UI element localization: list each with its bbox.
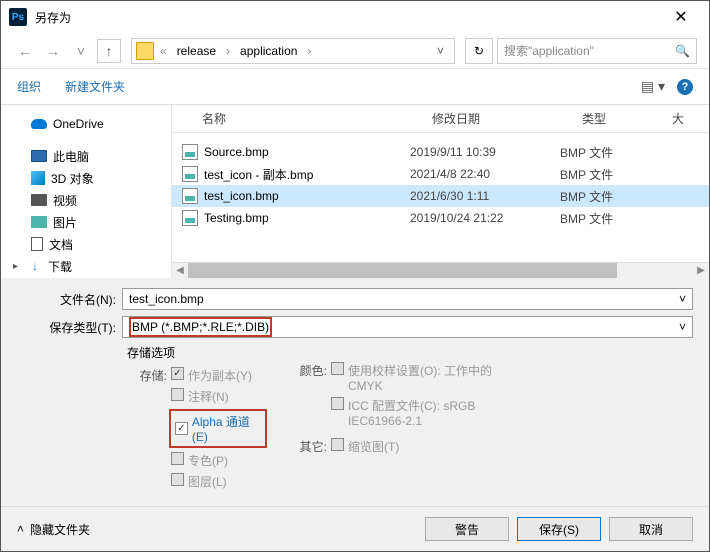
cancel-button[interactable]: 取消 bbox=[609, 517, 693, 541]
sidebar-pictures[interactable]: 图片 bbox=[1, 211, 171, 233]
bmp-icon bbox=[182, 188, 198, 204]
col-date[interactable]: 修改日期 bbox=[432, 110, 582, 127]
proof-checkbox bbox=[331, 362, 344, 375]
sidebar-thispc[interactable]: 此电脑 bbox=[1, 145, 171, 167]
organize-menu[interactable]: 组织 bbox=[17, 78, 41, 95]
refresh-button[interactable]: ↻ bbox=[465, 38, 493, 64]
sidebar-3d[interactable]: 3D 对象 bbox=[1, 167, 171, 189]
thumbnail-checkbox bbox=[331, 438, 344, 451]
bmp-icon bbox=[182, 166, 198, 182]
warn-button[interactable]: 警告 bbox=[425, 517, 509, 541]
scroll-left[interactable]: ◀ bbox=[172, 263, 188, 278]
expand-icon[interactable]: ▸ bbox=[13, 261, 18, 272]
alpha-highlight: Alpha 通道(E) bbox=[169, 409, 267, 448]
sidebar-onedrive[interactable]: OneDrive bbox=[1, 113, 171, 135]
file-row[interactable]: Testing.bmp 2019/10/24 21:22 BMP 文件 bbox=[172, 207, 709, 229]
chevron-up-icon: ˄ bbox=[17, 522, 24, 536]
col-name[interactable]: 名称 bbox=[202, 110, 432, 127]
hide-folders-toggle[interactable]: ˄ 隐藏文件夹 bbox=[17, 521, 90, 538]
bmp-icon bbox=[182, 144, 198, 160]
scroll-thumb[interactable] bbox=[188, 263, 617, 278]
file-row[interactable]: test_icon - 副本.bmp 2021/4/8 22:40 BMP 文件 bbox=[172, 163, 709, 185]
filetype-select[interactable]: BMP (*.BMP;*.RLE;*.DIB) ˅ bbox=[122, 316, 693, 338]
cloud-icon bbox=[31, 119, 47, 129]
new-folder-button[interactable]: 新建文件夹 bbox=[65, 78, 125, 95]
photoshop-icon: Ps bbox=[9, 8, 27, 26]
save-button[interactable]: 保存(S) bbox=[517, 517, 601, 541]
chevron-right-icon: › bbox=[303, 44, 315, 58]
col-size[interactable]: 大 bbox=[672, 110, 692, 127]
scroll-right[interactable]: ▶ bbox=[693, 263, 709, 278]
breadcrumb[interactable]: « release › application › ˅ bbox=[131, 38, 455, 64]
pc-icon bbox=[31, 150, 47, 162]
document-icon bbox=[31, 237, 43, 251]
nav-bar: ← → ˅ ↑ « release › application › ˅ ↻ 搜索… bbox=[1, 33, 709, 69]
spot-checkbox bbox=[171, 452, 184, 465]
horizontal-scrollbar[interactable]: ◀ ▶ bbox=[172, 262, 709, 278]
file-row-selected[interactable]: test_icon.bmp 2021/6/30 1:11 BMP 文件 bbox=[172, 185, 709, 207]
search-input[interactable]: 搜索"application" 🔍 bbox=[497, 38, 697, 64]
explorer: OneDrive 此电脑 3D 对象 视频 图片 文档 ▸↓下载 名称 修改日期… bbox=[1, 105, 709, 278]
titlebar: Ps 另存为 ✕ bbox=[1, 1, 709, 33]
alpha-checkbox[interactable] bbox=[175, 422, 188, 435]
chevron-down-icon[interactable]: ˅ bbox=[431, 44, 450, 58]
breadcrumb-item[interactable]: release bbox=[173, 42, 220, 60]
file-row[interactable]: Source.bmp 2019/9/11 10:39 BMP 文件 bbox=[172, 141, 709, 163]
toolbar: 组织 新建文件夹 ▤ ▾ ? bbox=[1, 69, 709, 105]
sidebar-documents[interactable]: 文档 bbox=[1, 233, 171, 255]
breadcrumb-item[interactable]: application bbox=[236, 42, 301, 60]
picture-icon bbox=[31, 216, 47, 228]
folder-icon bbox=[136, 42, 154, 60]
notes-checkbox bbox=[171, 388, 184, 401]
save-options-title: 存储选项 bbox=[127, 344, 267, 361]
form-area: 文件名(N): test_icon.bmp ˅ 保存类型(T): BMP (*.… bbox=[1, 278, 709, 506]
layers-checkbox bbox=[171, 473, 184, 486]
sidebar: OneDrive 此电脑 3D 对象 视频 图片 文档 ▸↓下载 bbox=[1, 105, 171, 278]
breadcrumb-overflow[interactable]: « bbox=[156, 44, 171, 58]
col-type[interactable]: 类型 bbox=[582, 110, 672, 127]
chevron-down-icon[interactable]: ˅ bbox=[679, 320, 686, 334]
dialog-title: 另存为 bbox=[35, 9, 661, 26]
footer: ˄ 隐藏文件夹 警告 保存(S) 取消 bbox=[1, 506, 709, 551]
sidebar-video[interactable]: 视频 bbox=[1, 189, 171, 211]
recent-dropdown[interactable]: ˅ bbox=[69, 39, 93, 63]
close-button[interactable]: ✕ bbox=[661, 7, 701, 27]
file-pane: 名称 修改日期 类型 大 Source.bmp 2019/9/11 10:39 … bbox=[171, 105, 709, 278]
help-button[interactable]: ? bbox=[677, 79, 693, 95]
download-icon: ↓ bbox=[28, 259, 42, 273]
forward-button: → bbox=[41, 39, 65, 63]
bmp-icon bbox=[182, 210, 198, 226]
search-placeholder: 搜索"application" bbox=[504, 42, 594, 59]
view-options-button[interactable]: ▤ ▾ bbox=[641, 78, 665, 95]
filename-label: 文件名(N): bbox=[17, 291, 122, 308]
back-button[interactable]: ← bbox=[13, 39, 37, 63]
icc-checkbox bbox=[331, 397, 344, 410]
chevron-right-icon: › bbox=[222, 44, 234, 58]
filetype-label: 保存类型(T): bbox=[17, 319, 122, 336]
chevron-down-icon[interactable]: ˅ bbox=[679, 292, 686, 306]
filetype-highlight: BMP (*.BMP;*.RLE;*.DIB) bbox=[129, 317, 272, 337]
search-icon[interactable]: 🔍 bbox=[675, 44, 690, 58]
column-headers: 名称 修改日期 类型 大 bbox=[172, 105, 709, 133]
cube-icon bbox=[31, 171, 45, 185]
video-icon bbox=[31, 194, 47, 206]
sidebar-downloads[interactable]: ▸↓下载 bbox=[1, 255, 171, 277]
up-button[interactable]: ↑ bbox=[97, 39, 121, 63]
filename-input[interactable]: test_icon.bmp ˅ bbox=[122, 288, 693, 310]
as-copy-checkbox bbox=[171, 367, 184, 380]
